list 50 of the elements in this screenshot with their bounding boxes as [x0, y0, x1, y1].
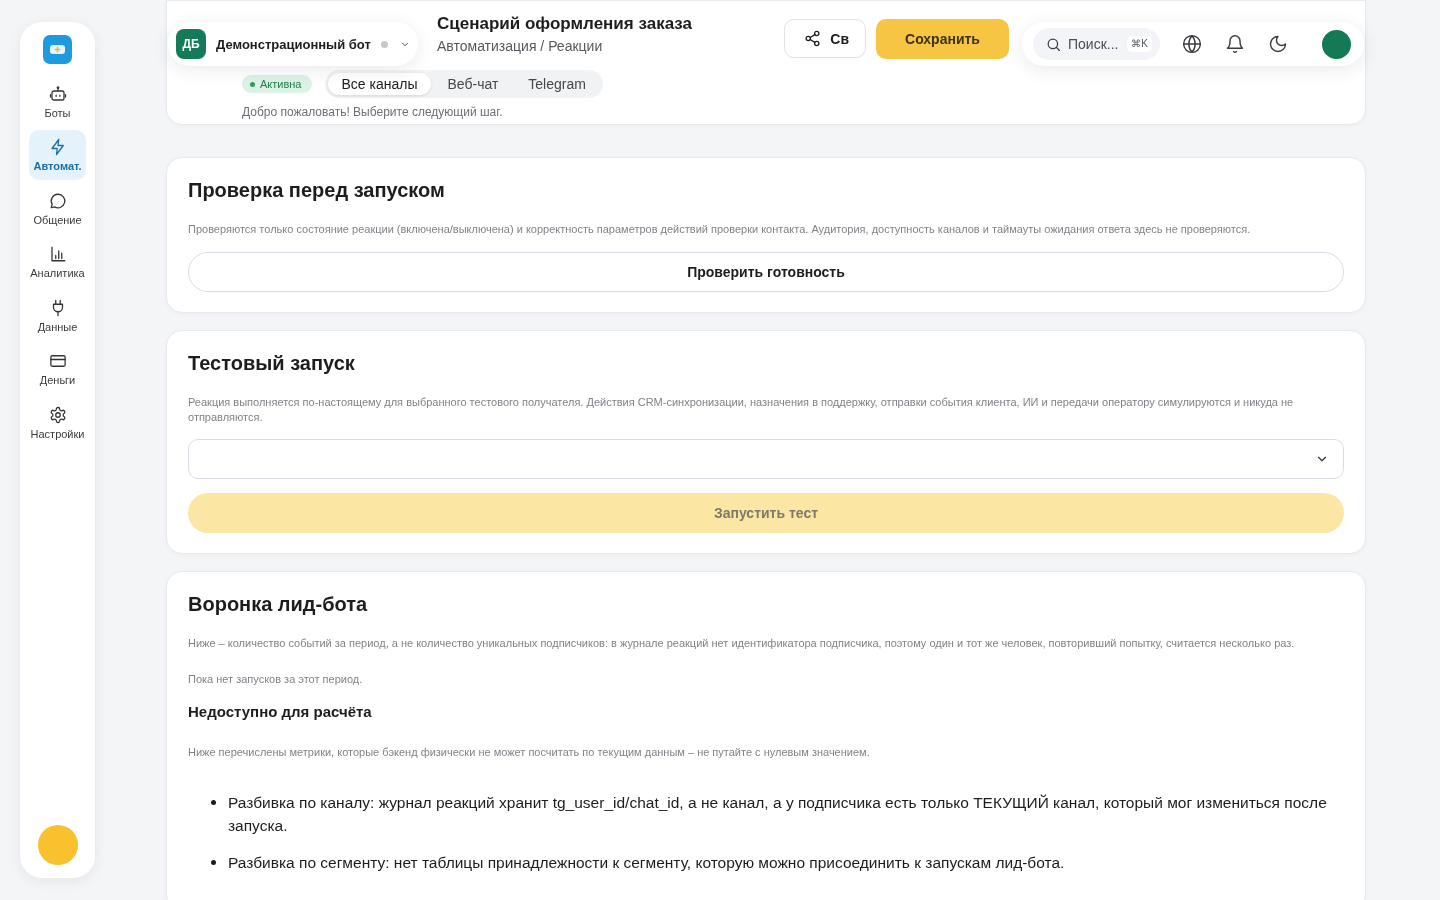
gear-icon [48, 405, 67, 424]
user-avatar[interactable] [1322, 29, 1351, 59]
channel-tab[interactable]: Все каналы [327, 73, 432, 95]
sidebar-item[interactable]: Настройки [29, 397, 86, 448]
subsection-title: Недоступно для расчёта [188, 703, 373, 721]
channel-tab[interactable]: Веб-чат [433, 73, 513, 95]
notifications-button[interactable] [1225, 34, 1245, 54]
channel-tab[interactable]: Telegram [514, 73, 600, 95]
subsection-description: Ниже перечислены метрики, которые бэкенд физически не может посчитать по текущим данным – не путайте с нулевым значением. [188, 745, 871, 760]
welcome-hint: Добро пожаловать! Выберите следующий шаг. [242, 105, 503, 120]
sidebar-item[interactable]: Боты [29, 76, 86, 127]
section-title: Воронка лид-бота [188, 592, 369, 616]
bullet-icon [211, 800, 216, 805]
search-icon [1046, 37, 1061, 52]
bar-chart-icon [48, 245, 67, 263]
status-label: Активна [260, 77, 302, 91]
sidebar-item[interactable]: Автомат. [29, 130, 86, 180]
bot-switcher[interactable]: ДБ Демонстрационный бот [168, 22, 418, 66]
globe-icon [1182, 34, 1202, 54]
credit-card-icon [48, 352, 67, 370]
section-title: Тестовый запуск [188, 351, 356, 375]
robot-icon [48, 84, 67, 103]
sidebar-item[interactable]: Аналитика [29, 237, 86, 287]
shortcut-key: ⌘K [1127, 36, 1152, 52]
share-icon [804, 30, 822, 47]
section-description: Проверяются только состояние реакции (включена/выключена) и корректность параметров действий проверки контакта. Аудитория, доступность каналов и таймауты ожидания ответа здесь не проверяются. [188, 222, 1252, 237]
moon-icon [1268, 34, 1288, 54]
page-title: Сценарий оформления заказа [437, 14, 692, 34]
sidebar-item[interactable]: Деньги [29, 344, 86, 394]
bullet-icon [211, 860, 216, 865]
empty-note: Пока нет запусков за этот период. [188, 672, 364, 687]
section-description: Реакция выполняется по-настоящему для выбранного тестового получателя. Действия CRM-синхронизации, назначения в поддержку, отправки события клиента, ИИ и передачи оператору симулируются и никуда не отправляются. [188, 395, 1295, 425]
logo-icon [43, 35, 72, 64]
bullet-text: Разбивка по сегменту: нет таблицы принадлежности к сегменту, которую можно присоединить к запускам лид-бота. [228, 853, 1065, 873]
save-button[interactable]: Сохранить [876, 19, 1009, 59]
theme-button[interactable] [1268, 34, 1288, 54]
section-title: Проверка перед запуском [188, 178, 446, 202]
bell-icon [1225, 34, 1245, 54]
lightning-icon [48, 138, 67, 156]
bullet-text: Разбивка по каналу: журнал реакций хранит tg_user_id/chat_id, а не канал, а у подписчика есть только ТЕКУЩИЙ канал, который мог измениться после запуска. [228, 793, 1328, 836]
language-button[interactable] [1182, 34, 1202, 54]
section-description: Ниже – количество событий за период, а не количество уникальных подписчиков: в журнале реакций нет идентификатора подписчика, поэтому один и тот же человек, повторивший попытку, считается несколько раз. [188, 636, 1296, 651]
sidebar-item[interactable]: Данные [29, 290, 86, 341]
share-button[interactable]: Св [784, 19, 866, 58]
check-readiness-button[interactable]: Проверить готовность [188, 252, 1344, 292]
sidebar-item[interactable]: Общение [29, 183, 86, 234]
status-dot [250, 81, 255, 87]
bot-avatar: ДБ [176, 29, 206, 59]
breadcrumb: Автоматизация / Реакции [437, 38, 603, 55]
chat-bubble-icon [48, 191, 67, 210]
